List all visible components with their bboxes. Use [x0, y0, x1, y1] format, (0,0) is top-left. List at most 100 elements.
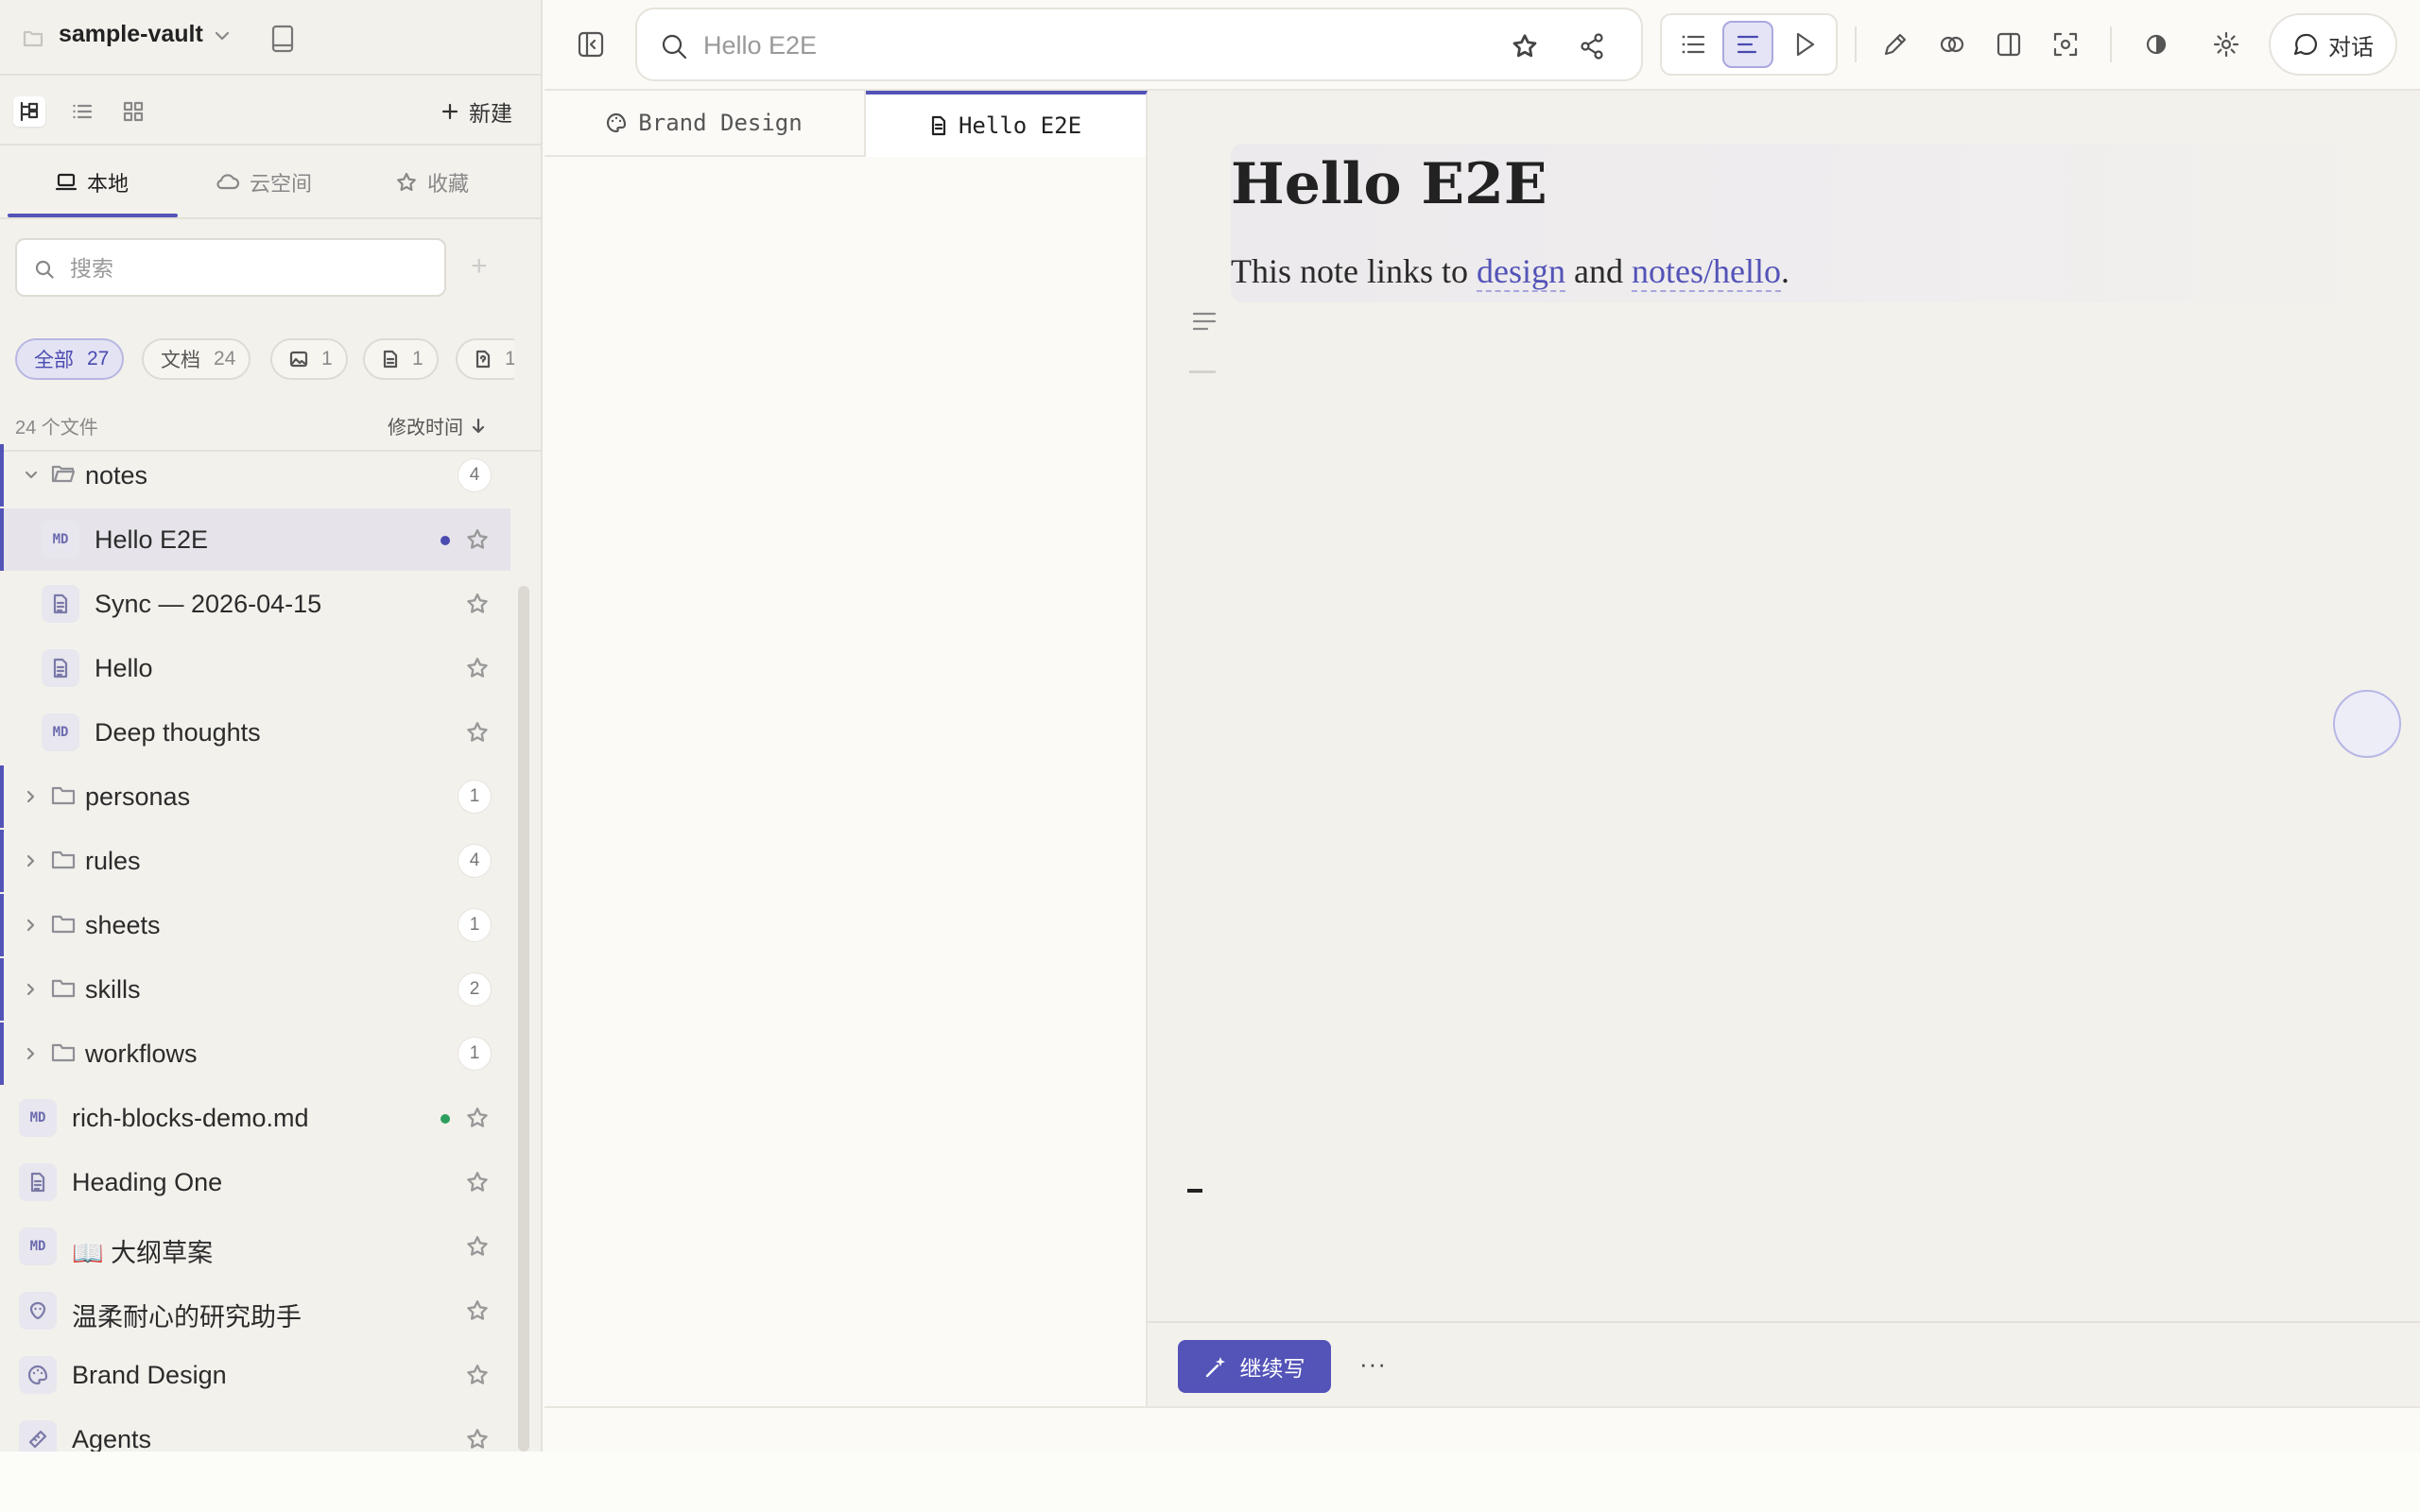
star-icon[interactable] [465, 1363, 490, 1387]
vault-name[interactable]: sample-vault [59, 21, 203, 48]
add-filter-button[interactable]: + [471, 251, 488, 282]
sort-button[interactable]: 修改时间 [388, 412, 486, 439]
split-view-icon[interactable] [1995, 30, 2023, 59]
status-bar [544, 1406, 2420, 1452]
folder-count: 4 [458, 844, 492, 878]
chat-button[interactable]: 对话 [2269, 13, 2397, 76]
vault-header[interactable]: sample-vault [0, 0, 541, 76]
favorite-star-icon[interactable] [1511, 32, 1539, 60]
document-icon [931, 115, 946, 136]
star-icon[interactable] [465, 527, 490, 552]
gear-icon[interactable] [2212, 30, 2240, 59]
file-brand-design[interactable]: Brand Design [0, 1344, 510, 1406]
sidebar-scrollbar[interactable] [518, 586, 529, 1452]
file-label: rich-blocks-demo.md [72, 1104, 309, 1132]
chevron-down-icon[interactable] [214, 29, 231, 43]
star-icon[interactable] [465, 656, 490, 680]
continue-writing-button[interactable]: 继续写 [1178, 1340, 1331, 1393]
contrast-icon[interactable] [2142, 30, 2170, 59]
chevron-right-icon[interactable] [23, 852, 40, 869]
star-icon[interactable] [465, 1106, 490, 1130]
tab-favorites-label: 收藏 [427, 172, 470, 196]
star-icon[interactable] [465, 1298, 490, 1323]
file-rich-blocks-demo[interactable]: MD rich-blocks-demo.md [0, 1087, 510, 1149]
chevron-right-icon[interactable] [23, 1045, 40, 1062]
pen-icon[interactable] [1881, 30, 1910, 59]
view-switcher: 新建 [0, 77, 541, 146]
play-icon[interactable] [1779, 21, 1830, 68]
chip-all[interactable]: 全部 27 [15, 338, 125, 380]
star-icon[interactable] [465, 1170, 490, 1194]
focus-icon[interactable] [2051, 30, 2080, 59]
tab-cloud[interactable]: 云空间 [216, 147, 312, 217]
folder-open-icon [51, 463, 76, 484]
file-deep-thoughts[interactable]: MD Deep thoughts [0, 701, 510, 764]
tab-label: Brand Design [638, 110, 803, 136]
tab-hello-e2e[interactable]: Hello E2E [866, 91, 1148, 157]
chat-bubble-icon [2293, 33, 2317, 56]
chip-images[interactable]: 1 [270, 338, 348, 380]
tab-brand-design[interactable]: Brand Design [544, 91, 866, 157]
folder-notes[interactable]: notes 4 [0, 444, 510, 507]
file-outline-draft[interactable]: MD 📖 大纲草案 [0, 1215, 510, 1278]
folder-skills[interactable]: skills 2 [0, 958, 510, 1021]
file-sync[interactable]: Sync — 2026-04-15 [0, 573, 510, 635]
new-button-label: 新建 [469, 101, 512, 126]
folder-icon [51, 978, 76, 999]
chevron-down-icon[interactable] [23, 467, 40, 484]
chip-other[interactable]: 1 [456, 338, 514, 380]
chevron-right-icon[interactable] [23, 981, 40, 998]
chevron-right-icon[interactable] [23, 917, 40, 934]
folder-count: 1 [458, 908, 492, 942]
file-agents[interactable]: Agents [0, 1408, 510, 1452]
align-left-icon[interactable] [1722, 21, 1773, 68]
star-icon[interactable] [465, 1427, 490, 1452]
file-research-assistant[interactable]: 温柔耐心的研究助手 [0, 1280, 510, 1342]
wiki-link-design[interactable]: design [1477, 252, 1565, 292]
folder-sheets[interactable]: sheets 1 [0, 894, 510, 956]
file-label: Sync — 2026-04-15 [95, 590, 322, 618]
document-paragraph[interactable]: This note links to design and notes/hell… [1231, 251, 1789, 292]
main-search-input[interactable] [703, 28, 1460, 62]
book-icon[interactable] [270, 25, 295, 53]
document-title[interactable]: Hello E2E [1231, 151, 1547, 217]
toolbar-divider [1855, 26, 1857, 62]
tab-favorites[interactable]: 收藏 [395, 147, 469, 217]
more-options-button[interactable]: ··· [1359, 1349, 1387, 1379]
floating-action-button[interactable] [2333, 690, 2401, 758]
share-icon[interactable] [1579, 32, 1605, 60]
file-heading-one[interactable]: Heading One [0, 1151, 510, 1213]
folder-count: 1 [458, 780, 492, 814]
unsaved-dot [441, 536, 450, 545]
tab-local[interactable]: 本地 [55, 147, 129, 217]
tab-label: Hello E2E [958, 112, 1082, 139]
list-view-icon[interactable] [66, 96, 98, 127]
body-text: . [1780, 252, 1789, 290]
star-icon [397, 172, 416, 191]
chip-files[interactable]: 1 [363, 338, 439, 380]
folder-rules[interactable]: rules 4 [0, 830, 510, 892]
folder-icon [51, 850, 76, 870]
search-icon [660, 32, 688, 60]
star-icon[interactable] [465, 592, 490, 616]
chevron-right-icon[interactable] [23, 788, 40, 805]
file-count: 24 个文件 [15, 418, 98, 438]
laptop-icon [55, 173, 78, 191]
wiki-link-notes-hello[interactable]: notes/hello [1631, 252, 1781, 292]
outline-toggle-icon[interactable] [1191, 310, 1218, 335]
outline-list-icon[interactable] [1668, 21, 1719, 68]
file-hello[interactable]: Hello [0, 637, 510, 699]
grid-view-icon[interactable] [117, 96, 149, 127]
file-hello-e2e[interactable]: MD Hello E2E [0, 508, 510, 571]
new-button[interactable]: 新建 [441, 96, 512, 127]
star-icon[interactable] [465, 720, 490, 745]
toggle-sidebar-icon[interactable] [577, 30, 605, 59]
folder-personas[interactable]: personas 1 [0, 765, 510, 828]
sidebar-search-input[interactable] [70, 251, 429, 285]
folder-workflows[interactable]: workflows 1 [0, 1022, 510, 1085]
star-icon[interactable] [465, 1234, 490, 1259]
chip-docs[interactable]: 文档 24 [142, 338, 251, 380]
link-circles-icon[interactable] [1938, 30, 1966, 59]
tree-view-icon[interactable] [13, 96, 45, 127]
file-label: Deep thoughts [95, 718, 261, 747]
